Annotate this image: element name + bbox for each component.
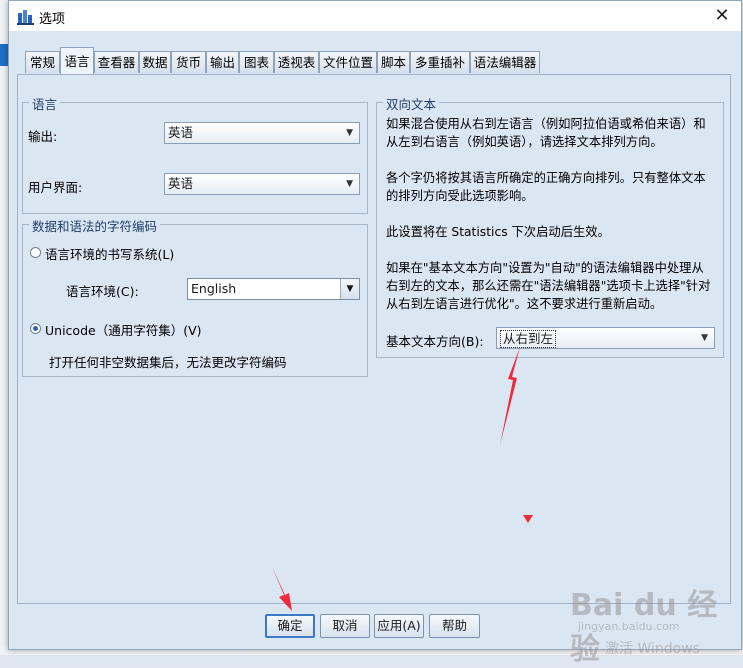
locale-value: English (191, 281, 237, 296)
ui-language-dropdown[interactable]: 英语 ▼ (164, 173, 360, 195)
app-icon (17, 10, 34, 25)
tab-multiple-imputation[interactable]: 多重插补 (410, 51, 470, 73)
tab-syntax-editor[interactable]: 语法编辑器 (470, 51, 540, 73)
unicode-radio-label[interactable]: Unicode（通用字符集）(V) (45, 320, 202, 339)
encoding-group-legend: 数据和语法的字符编码 (29, 216, 161, 235)
chevron-down-icon: ▼ (346, 179, 353, 189)
language-group-legend: 语言 (29, 94, 61, 113)
tab-charts[interactable]: 图表 (239, 51, 274, 73)
locale-label: 语言环境(C): (66, 284, 139, 299)
title-bar: 选项 ✕ (9, 1, 741, 31)
cancel-button[interactable]: 取消 (320, 614, 370, 638)
ui-language-value: 英语 (168, 176, 194, 191)
unicode-radio[interactable] (30, 323, 41, 334)
tab-currency[interactable]: 货币 (171, 51, 206, 73)
encoding-note: 打开任何非空数据集后，无法更改字符编码 (49, 355, 287, 370)
background-app-fragment (0, 44, 8, 66)
activate-windows-watermark: 激活 Windows (605, 641, 700, 657)
bidi-paragraph-2: 各个字仍将按其语言所确定的正确方向排列。只有整体文本的排列方向受此选项影响。 (386, 171, 706, 203)
output-language-value: 英语 (168, 125, 194, 140)
locale-radio-label[interactable]: 语言环境的书写系统(L) (45, 244, 174, 263)
output-language-dropdown[interactable]: 英语 ▼ (164, 122, 360, 144)
tab-language[interactable]: 语言 (60, 47, 94, 74)
annotation-arrow-up (500, 347, 520, 445)
output-label: 输出: (28, 129, 58, 144)
tab-general[interactable]: 常规 (25, 51, 60, 73)
annotation-arrow-down (272, 567, 292, 611)
help-button[interactable]: 帮助 (429, 614, 480, 638)
locale-radio[interactable] (30, 247, 41, 258)
annotation-marker (523, 515, 533, 523)
ok-button[interactable]: 确定 (265, 614, 315, 638)
tab-output[interactable]: 输出 (206, 51, 239, 73)
window-title: 选项 (39, 12, 66, 27)
chevron-down-icon: ▼ (346, 128, 353, 138)
bidi-text-group: 双向文本 如果混合使用从右到左语言（例如阿拉伯语或希伯来语）和从左到右语言（例如… (376, 94, 724, 358)
tab-scripts[interactable]: 脚本 (377, 51, 410, 73)
options-dialog: 选项 ✕ 常规 语言 查看器 数据 货币 输出 图表 透视表 文件位置 脚本 多… (8, 0, 742, 650)
bidi-paragraph-3: 此设置将在 Statistics 下次启动后生效。 (386, 225, 610, 239)
locale-combobox[interactable]: English ▼ (187, 278, 360, 300)
language-group: 语言 输出: 英语 ▼ 用户界面: 英语 ▼ (22, 94, 368, 214)
chevron-down-icon: ▼ (701, 333, 708, 343)
apply-button[interactable]: 应用(A) (374, 614, 424, 638)
baidu-watermark-url: jingyan.baidu.com (578, 620, 680, 633)
dialog-body: 常规 语言 查看器 数据 货币 输出 图表 透视表 文件位置 脚本 多重插补 语… (9, 31, 741, 649)
chevron-down-icon[interactable]: ▼ (340, 279, 359, 299)
ui-label: 用户界面: (28, 180, 83, 195)
encoding-group: 数据和语法的字符编码 语言环境的书写系统(L) 语言环境(C): English… (22, 216, 368, 377)
bidi-paragraph-1: 如果混合使用从右到左语言（例如阿拉伯语或希伯来语）和从左到右语言（例如英语），请… (386, 117, 706, 149)
direction-label: 基本文本方向(B): (386, 334, 484, 349)
tab-viewer[interactable]: 查看器 (94, 51, 139, 73)
bidi-group-legend: 双向文本 (383, 94, 440, 113)
tab-file-locations[interactable]: 文件位置 (319, 51, 377, 73)
tab-pivot-tables[interactable]: 透视表 (274, 51, 319, 73)
bidi-paragraph-4: 如果在"基本文本方向"设置为"自动"的语法编辑器中处理从右到左的文本，那么还需在… (386, 261, 711, 311)
language-tab-panel: 语言 输出: 英语 ▼ 用户界面: 英语 ▼ 数据和语法的字符编码 语言环境的书… (17, 74, 731, 604)
close-icon[interactable]: ✕ (709, 4, 735, 28)
tab-data[interactable]: 数据 (139, 51, 171, 73)
